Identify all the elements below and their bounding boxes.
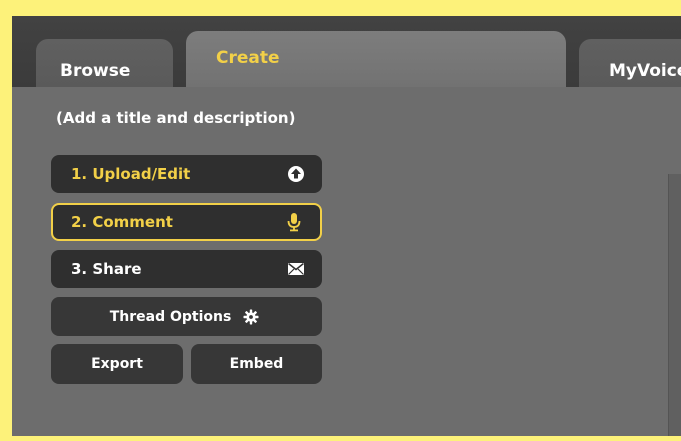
comment-button[interactable]: 2. Comment xyxy=(51,203,322,241)
gear-icon xyxy=(239,305,263,329)
app-window: Browse Create MyVoice (Add a title and d… xyxy=(12,16,681,436)
export-label: Export xyxy=(91,356,143,372)
upload-arrow-icon xyxy=(284,162,308,186)
share-label: 3. Share xyxy=(71,260,142,278)
tab-browse-label: Browse xyxy=(60,61,131,81)
comment-label: 2. Comment xyxy=(71,213,173,231)
microphone-icon xyxy=(282,210,306,234)
thread-options-button[interactable]: Thread Options xyxy=(51,297,322,336)
thread-options-label: Thread Options xyxy=(109,308,232,325)
tab-create-label: Create xyxy=(216,48,280,68)
embed-button[interactable]: Embed xyxy=(191,344,322,384)
tab-browse[interactable]: Browse xyxy=(36,39,173,87)
tab-myvoice[interactable]: MyVoice xyxy=(579,39,681,87)
title-description-hint[interactable]: (Add a title and description) xyxy=(56,109,295,127)
side-panel xyxy=(668,174,681,436)
upload-edit-button[interactable]: 1. Upload/Edit xyxy=(51,155,322,193)
embed-label: Embed xyxy=(229,356,284,372)
share-button[interactable]: 3. Share xyxy=(51,250,322,288)
tab-create[interactable]: Create xyxy=(186,31,566,87)
export-button[interactable]: Export xyxy=(51,344,183,384)
tab-bar: Browse Create MyVoice xyxy=(12,16,681,87)
upload-edit-label: 1. Upload/Edit xyxy=(71,165,191,183)
envelope-icon xyxy=(284,257,308,281)
tab-myvoice-label: MyVoice xyxy=(609,61,681,81)
